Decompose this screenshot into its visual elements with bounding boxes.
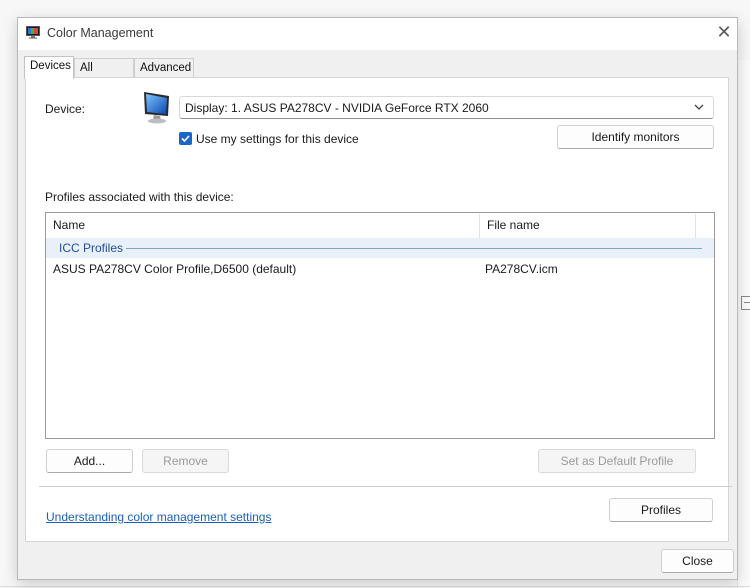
column-file-name-label: File name [487, 218, 540, 232]
tab-advanced-label: Advanced [140, 62, 192, 74]
identify-monitors-button[interactable]: Identify monitors [557, 125, 714, 149]
column-name-label: Name [53, 218, 86, 232]
device-select[interactable]: Display: 1. ASUS PA278CV - NVIDIA GeForc… [179, 96, 714, 119]
background-divider [0, 586, 750, 587]
background-window-control [741, 296, 750, 310]
group-divider [126, 248, 702, 249]
use-settings-checkbox[interactable] [179, 132, 192, 145]
remove-button[interactable]: Remove [142, 449, 229, 473]
column-file-name[interactable]: File name [480, 214, 696, 238]
add-button[interactable]: Add... [46, 449, 133, 473]
column-name[interactable]: Name [46, 214, 480, 238]
use-settings-label: Use my settings for this device [196, 132, 359, 146]
window-title: Color Management [47, 26, 154, 40]
device-label: Device: [45, 102, 86, 116]
monitor-icon [144, 92, 169, 124]
set-default-profile-button[interactable]: Set as Default Profile [538, 449, 696, 473]
profiles-list[interactable]: Name File name ICC Profiles ASUS PA278CV… [45, 212, 715, 439]
checkmark-icon [181, 135, 190, 143]
profile-name-cell[interactable]: ASUS PA278CV Color Profile,D6500 (defaul… [53, 262, 296, 276]
color-management-help-link[interactable]: Understanding color management settings [46, 510, 271, 524]
group-label: ICC Profiles [59, 241, 124, 255]
tab-all-profiles[interactable]: All Profiles [74, 58, 134, 92]
profiles-button[interactable]: Profiles [609, 498, 713, 522]
footer-divider [39, 486, 732, 487]
device-select-value: Display: 1. ASUS PA278CV - NVIDIA GeForc… [185, 101, 489, 115]
tab-devices-label: Devices [30, 60, 71, 72]
background-window-edge [737, 60, 750, 588]
tab-advanced[interactable]: Advanced [134, 58, 194, 78]
profiles-section-label: Profiles associated with this device: [45, 190, 234, 204]
chevron-down-icon [694, 104, 704, 110]
title-bar: Color Management ✕ [18, 18, 737, 50]
profile-file-cell[interactable]: PA278CV.icm [485, 262, 558, 276]
color-management-icon [26, 26, 40, 39]
color-management-dialog: Color Management ✕ Devices All Profiles … [17, 17, 738, 580]
close-icon[interactable]: ✕ [714, 24, 734, 44]
group-header-icc-profiles[interactable]: ICC Profiles [46, 238, 714, 258]
close-button[interactable]: Close [661, 549, 734, 573]
tab-devices[interactable]: Devices [24, 56, 74, 79]
